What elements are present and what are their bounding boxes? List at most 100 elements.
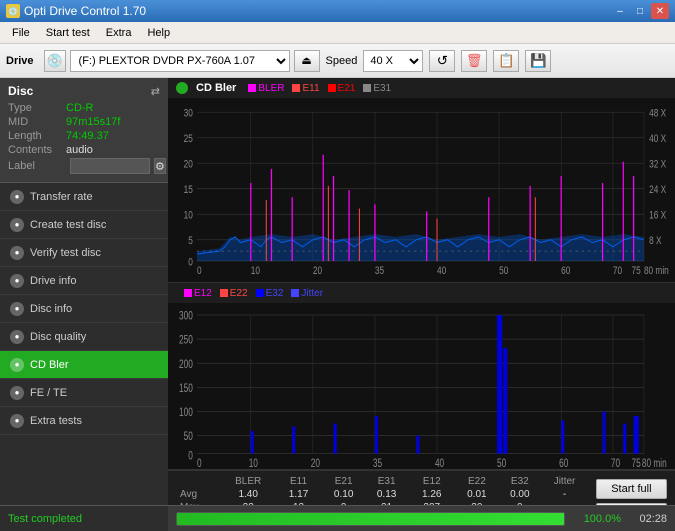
nav-item-disc-quality[interactable]: ● Disc quality xyxy=(0,323,168,351)
nav-item-disc-info[interactable]: ● Disc info xyxy=(0,295,168,323)
svg-text:75: 75 xyxy=(632,458,641,469)
svg-text:35: 35 xyxy=(375,265,385,278)
nav-label-transfer-rate: Transfer rate xyxy=(30,191,93,203)
nav-label-disc-info: Disc info xyxy=(30,303,72,315)
legend-e31-dot xyxy=(363,84,371,92)
nav-icon-verify-test-disc: ● xyxy=(10,246,24,260)
svg-text:32 X: 32 X xyxy=(649,158,666,171)
nav-item-cd-bler[interactable]: ● CD Bler xyxy=(0,351,168,379)
svg-text:70: 70 xyxy=(613,265,623,278)
nav-item-extra-tests[interactable]: ●Extra tests xyxy=(0,407,168,435)
disc-arrows[interactable]: ⇄ xyxy=(151,85,160,98)
svg-text:75: 75 xyxy=(632,265,642,278)
menu-start-test[interactable]: Start test xyxy=(38,25,98,41)
progress-bar xyxy=(176,512,565,526)
svg-text:50: 50 xyxy=(497,458,506,469)
svg-text:8 X: 8 X xyxy=(649,235,662,248)
maximize-button[interactable]: □ xyxy=(631,3,649,19)
nav-label-create-test-disc: Create test disc xyxy=(30,219,106,231)
avg-jitter: - xyxy=(541,488,587,501)
erase-button[interactable]: 🗑 xyxy=(461,50,487,72)
svg-text:20: 20 xyxy=(184,158,194,171)
close-button[interactable]: ✕ xyxy=(651,3,669,19)
nav-icon-extra-tests: ● xyxy=(10,414,24,428)
svg-text:25: 25 xyxy=(184,133,194,146)
svg-text:0: 0 xyxy=(188,256,193,269)
svg-text:16 X: 16 X xyxy=(649,209,666,222)
svg-text:0: 0 xyxy=(188,451,193,464)
chart-1-header: CD Bler BLER E11 E21 E3 xyxy=(168,78,675,98)
chart-1-panel: CD Bler BLER E11 E21 E3 xyxy=(168,78,675,283)
label-edit-icon[interactable]: ⚙ xyxy=(154,158,166,174)
svg-text:48 X: 48 X xyxy=(649,107,666,120)
menu-help[interactable]: Help xyxy=(139,25,178,41)
start-full-button[interactable]: Start full xyxy=(596,479,667,499)
contents-value: audio xyxy=(66,144,93,156)
svg-text:70: 70 xyxy=(611,458,620,469)
svg-text:60: 60 xyxy=(561,265,571,278)
minimize-button[interactable]: – xyxy=(611,3,629,19)
legend-e31-label: E31 xyxy=(373,83,391,94)
legend-e21-dot xyxy=(328,84,336,92)
col-header-e32: E32 xyxy=(498,475,541,488)
legend-e21-label: E21 xyxy=(338,83,356,94)
app-title: Opti Drive Control 1.70 xyxy=(24,4,146,18)
chart-1-title: CD Bler xyxy=(196,82,236,94)
status-right: 100.0% 02:28 xyxy=(168,506,675,531)
svg-text:50: 50 xyxy=(184,431,193,444)
nav-item-verify-test-disc[interactable]: ●Verify test disc xyxy=(0,239,168,267)
drive-select-group: 💿 (F:) PLEXTOR DVDR PX-760A 1.07 ⏏ xyxy=(44,50,320,72)
svg-text:24 X: 24 X xyxy=(649,184,666,197)
progress-time-label: 02:28 xyxy=(627,513,667,525)
legend-bler-label: BLER xyxy=(258,83,284,94)
right-content: CD Bler BLER E11 E21 E3 xyxy=(168,78,675,531)
speed-combo[interactable]: 40 X xyxy=(363,50,423,72)
legend-e22-label: E22 xyxy=(230,288,248,299)
nav-label-cd-bler: CD Bler xyxy=(30,359,69,371)
legend-jitter: Jitter xyxy=(291,288,323,299)
legend-e32-label: E32 xyxy=(266,288,284,299)
nav-item-create-test-disc[interactable]: ●Create test disc xyxy=(0,211,168,239)
label-input[interactable] xyxy=(70,158,150,174)
svg-text:40: 40 xyxy=(435,458,444,469)
drive-label: Drive xyxy=(6,55,34,67)
col-header-bler: BLER xyxy=(222,475,275,488)
copy-button[interactable]: 📋 xyxy=(493,50,519,72)
nav-label-disc-quality: Disc quality xyxy=(30,331,86,343)
col-header-e31: E31 xyxy=(365,475,408,488)
nav-icon-cd-bler: ● xyxy=(10,358,24,372)
legend-jitter-dot xyxy=(291,289,299,297)
nav-icon-drive-info: ● xyxy=(10,274,24,288)
svg-text:30: 30 xyxy=(184,107,194,120)
nav-item-fe-te[interactable]: ●FE / TE xyxy=(0,379,168,407)
length-value: 74:49.37 xyxy=(66,130,109,142)
svg-text:60: 60 xyxy=(559,458,568,469)
svg-text:0: 0 xyxy=(197,458,202,469)
legend-e11-label: E11 xyxy=(302,83,319,94)
nav-icon-disc-quality: ● xyxy=(10,330,24,344)
progress-bar-fill xyxy=(177,513,564,525)
avg-e11: 1.17 xyxy=(275,488,322,501)
table-row-avg: Avg 1.40 1.17 0.10 0.13 1.26 0.01 0.00 - xyxy=(176,488,588,501)
legend-e32-dot xyxy=(256,289,264,297)
drive-combo[interactable]: (F:) PLEXTOR DVDR PX-760A 1.07 xyxy=(70,50,290,72)
svg-text:0: 0 xyxy=(197,265,202,278)
app-icon: 💿 xyxy=(6,4,20,18)
disc-info-panel: Disc ⇄ Type CD-R MID 97m15s17f Length 74… xyxy=(0,78,168,183)
avg-e22: 0.01 xyxy=(455,488,498,501)
legend-e31: E31 xyxy=(363,83,391,94)
eject-button[interactable]: ⏏ xyxy=(294,50,320,72)
nav-item-drive-info[interactable]: ●Drive info xyxy=(0,267,168,295)
nav-icon-disc-info: ● xyxy=(10,302,24,316)
save-button[interactable]: 💾 xyxy=(525,50,551,72)
toolbar: Drive 💿 (F:) PLEXTOR DVDR PX-760A 1.07 ⏏… xyxy=(0,44,675,78)
col-header-e11: E11 xyxy=(275,475,322,488)
menu-extra[interactable]: Extra xyxy=(98,25,140,41)
menu-file[interactable]: File xyxy=(4,25,38,41)
progress-percent-label: 100.0% xyxy=(571,513,621,525)
nav-item-transfer-rate[interactable]: ●Transfer rate xyxy=(0,183,168,211)
col-header-empty xyxy=(176,475,222,488)
refresh-button[interactable]: ↺ xyxy=(429,50,455,72)
legend-e32: E32 xyxy=(256,288,284,299)
legend-e21: E21 xyxy=(328,83,356,94)
